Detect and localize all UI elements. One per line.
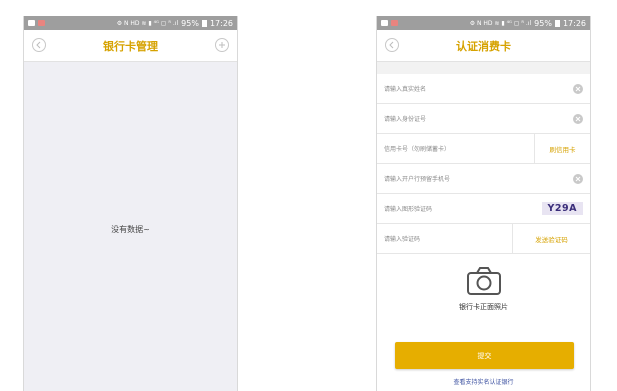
camera-icon [466,267,501,295]
app-notification-icon [38,20,45,26]
status-time: 17:26 [562,18,586,28]
chevron-left-icon [389,41,394,49]
scan-credit-card-button[interactable]: 刷信用卡 [534,134,590,163]
send-code-button[interactable]: 发送验证码 [512,224,590,253]
status-time: 17:26 [209,18,233,28]
captcha-placeholder: 请输入图形验证码 [384,206,433,213]
phone-field[interactable]: 请输入开户行预留手机号 [377,164,590,194]
back-button[interactable] [32,38,46,52]
plus-icon [219,42,225,48]
sms-code-field[interactable]: 请输入验证码 发送验证码 [377,224,590,254]
app-notification-icon [391,20,398,26]
sms-code-placeholder: 请输入验证码 [384,236,421,243]
supported-banks-link[interactable]: 查看支持实名认证银行 [377,377,590,386]
image-notification-icon [28,20,35,26]
status-icons: ⚙ N HD ≋ ▮ ⁴ᴳ ▢ ᴿ .ıl [469,19,532,27]
credit-card-placeholder: 信用卡号（勿刷储蓄卡） [384,146,451,153]
captcha-image[interactable]: Y29A [541,202,583,215]
nav-bar: 银行卡管理 [24,30,237,62]
battery-percent: 95% [181,18,199,28]
clear-icon[interactable] [573,83,583,94]
back-button[interactable] [385,38,399,52]
name-placeholder: 请输入真实姓名 [384,86,427,93]
id-number-field[interactable]: 请输入身份证号 [377,104,590,134]
empty-state-text: 没有数据~ [111,225,150,234]
card-photo-label: 银行卡正面照片 [459,303,508,311]
name-field[interactable]: 请输入真实姓名 [377,74,590,104]
page-title: 银行卡管理 [103,39,158,53]
battery-percent: 95% [534,18,552,28]
clear-icon[interactable] [573,113,583,124]
verification-form: 请输入真实姓名 请输入身份证号 信用卡号（勿刷储蓄卡） 刷信用卡 请输入开户行预… [377,74,590,254]
status-icons: ⚙ N HD ≋ ▮ ⁴ᴳ ▢ ᴿ .ıl [116,19,179,27]
add-card-button[interactable] [215,38,229,52]
chevron-left-icon [36,41,41,49]
status-bar: ⚙ N HD ≋ ▮ ⁴ᴳ ▢ ᴿ .ıl 95% 17:26 [377,16,590,30]
submit-button[interactable]: 提交 [395,342,574,369]
captcha-field[interactable]: 请输入图形验证码 Y29A [377,194,590,224]
battery-icon [554,19,560,27]
card-photo-upload[interactable]: 银行卡正面照片 [377,254,590,334]
clear-icon[interactable] [573,173,583,184]
phone-placeholder: 请输入开户行预留手机号 [384,176,451,183]
status-bar: ⚙ N HD ≋ ▮ ⁴ᴳ ▢ ᴿ .ıl 95% 17:26 [24,16,237,30]
credit-card-field[interactable]: 信用卡号（勿刷储蓄卡） 刷信用卡 [377,134,590,164]
battery-icon [201,19,207,27]
image-notification-icon [381,20,388,26]
verify-card-screen: ⚙ N HD ≋ ▮ ⁴ᴳ ▢ ᴿ .ıl 95% 17:26 认证消费卡 请输… [376,16,591,391]
page-title: 认证消费卡 [456,39,511,53]
id-number-placeholder: 请输入身份证号 [384,116,427,123]
bank-card-management-screen: ⚙ N HD ≋ ▮ ⁴ᴳ ▢ ᴿ .ıl 95% 17:26 银行卡管理 没有… [23,16,238,391]
nav-bar: 认证消费卡 [377,30,590,62]
